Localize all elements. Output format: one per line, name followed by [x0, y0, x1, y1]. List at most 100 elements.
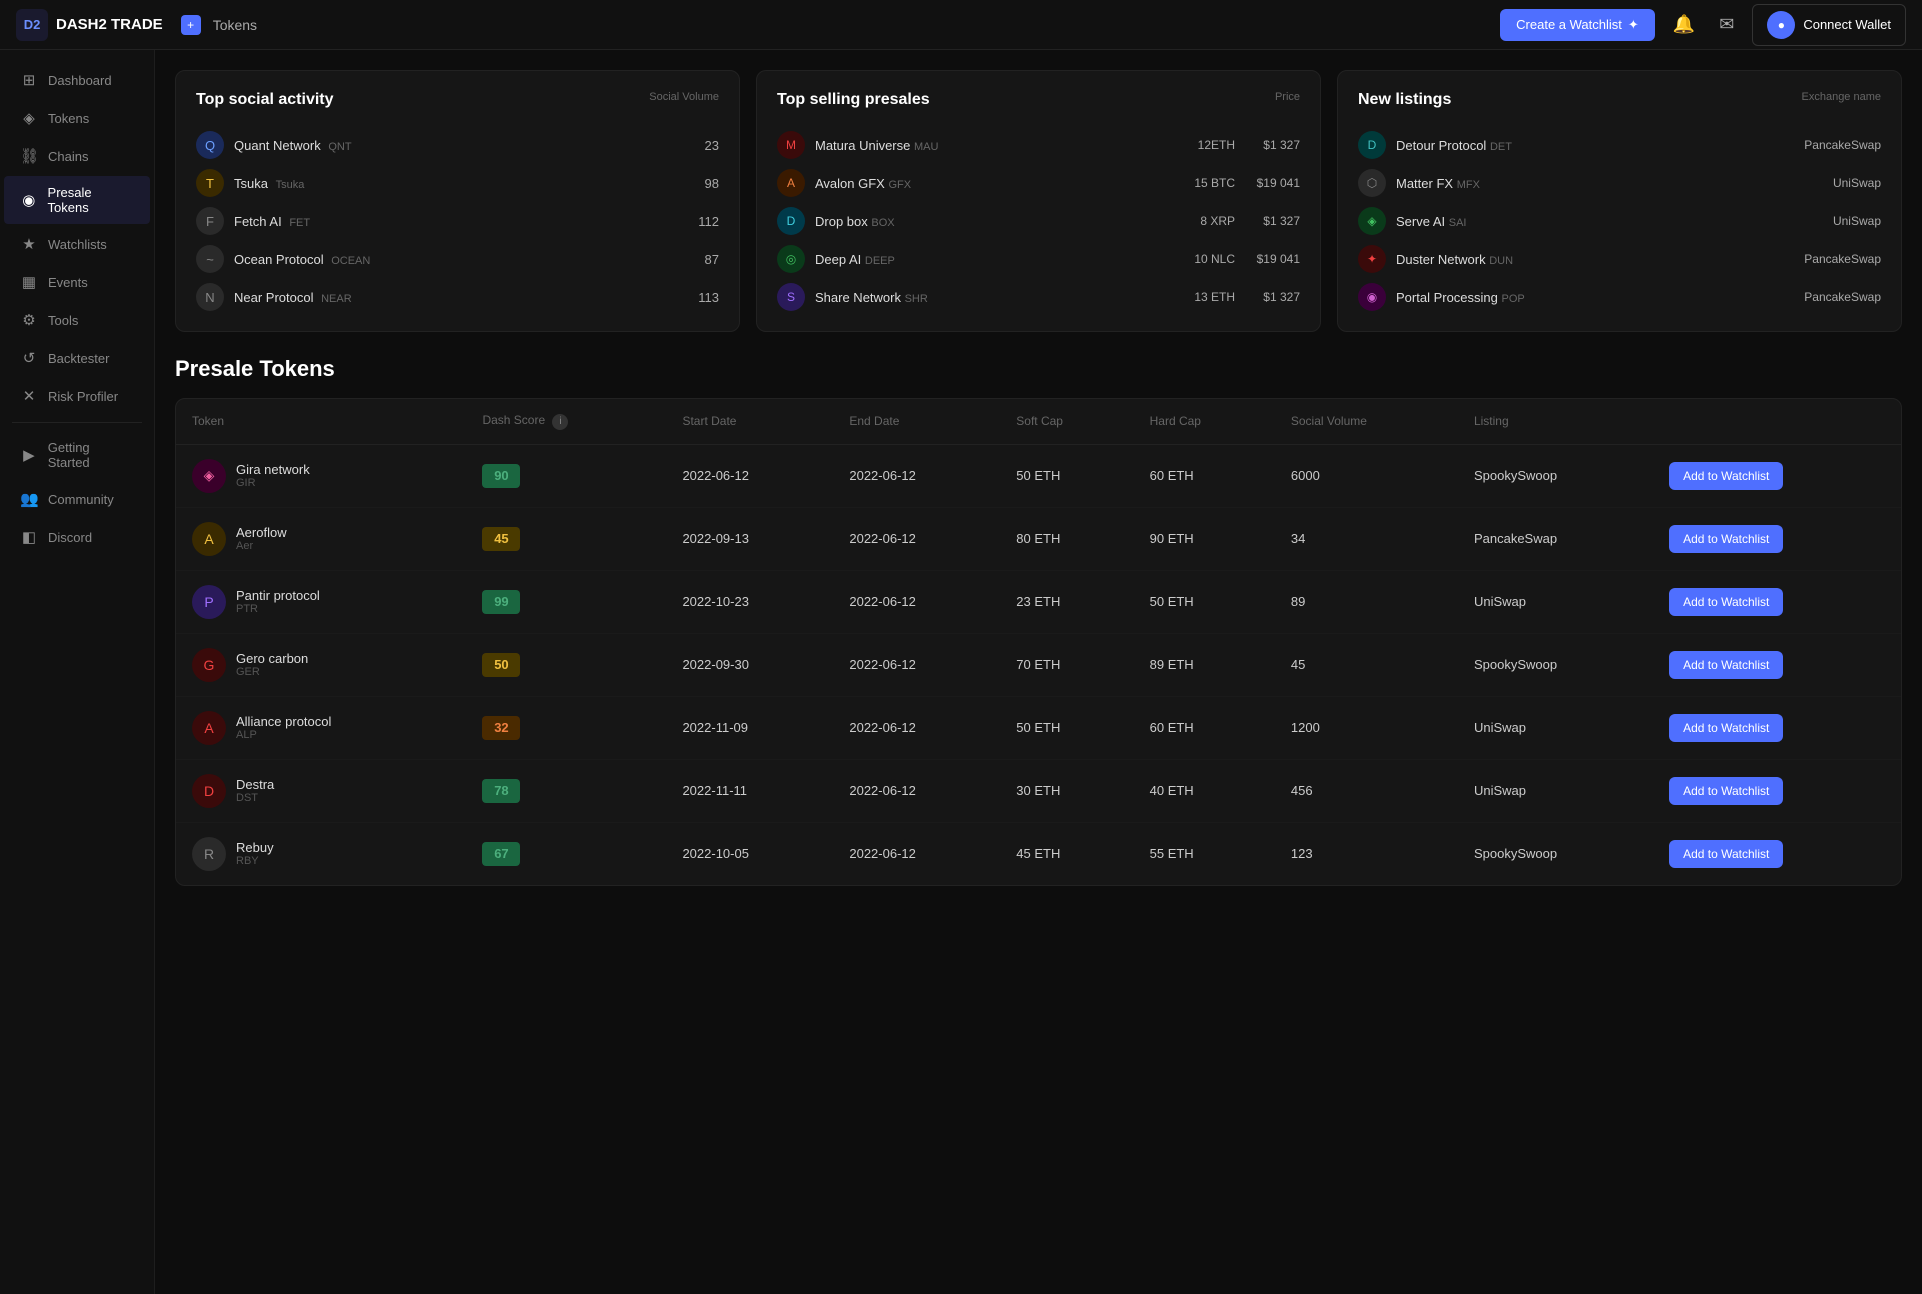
- cell-action-4: Add to Watchlist: [1653, 696, 1901, 759]
- token-icon-3: G: [192, 648, 226, 682]
- cell-end-3: 2022-06-12: [833, 633, 1000, 696]
- sidebar-label-dashboard: Dashboard: [48, 73, 112, 88]
- sidebar-item-presale-tokens[interactable]: ◉ Presale Tokens: [4, 176, 150, 224]
- sidebar-item-tools[interactable]: ⚙ Tools: [4, 302, 150, 338]
- presale-price-2: $1 327: [1245, 214, 1300, 228]
- table-row: A Alliance protocol ALP 32 2022-11-09 20…: [176, 696, 1901, 759]
- col-hard-cap: Hard Cap: [1134, 399, 1275, 444]
- col-action: [1653, 399, 1901, 444]
- listing-exchange-1: UniSwap: [1833, 176, 1881, 190]
- cell-token-2: P Pantir protocol PTR: [176, 570, 466, 633]
- listing-name-4: Portal Processing POP: [1396, 290, 1794, 305]
- create-watchlist-button[interactable]: Create a Watchlist ✦: [1500, 9, 1655, 41]
- cell-hard-1: 90 ETH: [1134, 507, 1275, 570]
- token-icon-0: ◈: [192, 459, 226, 493]
- cell-start-3: 2022-09-30: [666, 633, 833, 696]
- dash-score-value-0: 90: [482, 464, 520, 488]
- listing-name-0: Detour Protocol DET: [1396, 138, 1794, 153]
- listing-icon-3: ✦: [1358, 245, 1386, 273]
- col-token: Token: [176, 399, 466, 444]
- sidebar-item-dashboard[interactable]: ⊞ Dashboard: [4, 62, 150, 98]
- plus-badge: +: [181, 15, 201, 35]
- dash-score-info-icon[interactable]: i: [552, 414, 568, 430]
- listing-name-1: Matter FX MFX: [1396, 176, 1823, 191]
- sidebar-label-tools: Tools: [48, 313, 78, 328]
- token-icon-2: P: [192, 585, 226, 619]
- social-value-0: 23: [705, 138, 719, 153]
- presale-name-0: Matura Universe MAU: [815, 138, 1170, 153]
- sidebar-item-discord[interactable]: ◧ Discord: [4, 519, 150, 555]
- listing-exchange-4: PancakeSwap: [1804, 290, 1881, 304]
- dash-score-value-1: 45: [482, 527, 520, 551]
- dash-score-value-6: 67: [482, 842, 520, 866]
- social-icon-1: T: [196, 169, 224, 197]
- cell-end-5: 2022-06-12: [833, 759, 1000, 822]
- presale-icon-1: A: [777, 169, 805, 197]
- cell-start-0: 2022-06-12: [666, 444, 833, 507]
- listing-icon-4: ◉: [1358, 283, 1386, 311]
- cell-score-4: 32: [466, 696, 666, 759]
- presale-name-4: Share Network SHR: [815, 290, 1170, 305]
- sidebar-item-tokens[interactable]: ◈ Tokens: [4, 100, 150, 136]
- notifications-button[interactable]: 🔔: [1667, 8, 1701, 41]
- social-value-3: 87: [705, 252, 719, 267]
- cell-hard-2: 50 ETH: [1134, 570, 1275, 633]
- token-name-5: Destra: [236, 777, 274, 792]
- backtester-icon: ↺: [20, 349, 38, 367]
- add-to-watchlist-button-3[interactable]: Add to Watchlist: [1669, 651, 1783, 679]
- sidebar-item-backtester[interactable]: ↺ Backtester: [4, 340, 150, 376]
- add-to-watchlist-button-5[interactable]: Add to Watchlist: [1669, 777, 1783, 805]
- add-to-watchlist-button-4[interactable]: Add to Watchlist: [1669, 714, 1783, 742]
- presale-tokens-icon: ◉: [20, 191, 38, 209]
- sidebar-item-community[interactable]: 👥 Community: [4, 481, 150, 517]
- connect-wallet-button[interactable]: ● Connect Wallet: [1752, 4, 1906, 46]
- cell-listing-3: SpookySwoop: [1458, 633, 1653, 696]
- cell-social-0: 6000: [1275, 444, 1458, 507]
- listing-name-2: Serve AI SAI: [1396, 214, 1823, 229]
- presale-price-1: $19 041: [1245, 176, 1300, 190]
- connect-wallet-label: Connect Wallet: [1803, 17, 1891, 32]
- social-icon-3: ~: [196, 245, 224, 273]
- presale-amount-3: 10 NLC: [1180, 252, 1235, 266]
- cell-hard-6: 55 ETH: [1134, 822, 1275, 885]
- social-row-0: Q Quant Network QNT 23: [196, 131, 719, 159]
- cell-start-2: 2022-10-23: [666, 570, 833, 633]
- cell-soft-0: 50 ETH: [1000, 444, 1133, 507]
- presale-row-2: D Drop box BOX 8 XRP $1 327: [777, 207, 1300, 235]
- cell-social-3: 45: [1275, 633, 1458, 696]
- cell-token-6: R Rebuy RBY: [176, 822, 466, 885]
- page-title: Tokens: [213, 17, 257, 33]
- cell-social-5: 456: [1275, 759, 1458, 822]
- cell-score-0: 90: [466, 444, 666, 507]
- social-card-subtitle: Social Volume: [649, 91, 719, 103]
- presale-icon-0: M: [777, 131, 805, 159]
- sidebar-item-risk-profiler[interactable]: ✕ Risk Profiler: [4, 378, 150, 414]
- cell-hard-0: 60 ETH: [1134, 444, 1275, 507]
- cell-score-5: 78: [466, 759, 666, 822]
- new-listings-card: New listings Exchange name D Detour Prot…: [1337, 70, 1902, 332]
- listing-row-1: ⬡ Matter FX MFX UniSwap: [1358, 169, 1881, 197]
- cell-soft-5: 30 ETH: [1000, 759, 1133, 822]
- create-watchlist-icon: ✦: [1628, 17, 1639, 33]
- dashboard-icon: ⊞: [20, 71, 38, 89]
- presale-row-0: M Matura Universe MAU 12ETH $1 327: [777, 131, 1300, 159]
- social-icon-4: N: [196, 283, 224, 311]
- add-to-watchlist-button-0[interactable]: Add to Watchlist: [1669, 462, 1783, 490]
- token-name-6: Rebuy: [236, 840, 274, 855]
- col-dash-score: Dash Score i: [466, 399, 666, 444]
- col-social-volume: Social Volume: [1275, 399, 1458, 444]
- sidebar-item-getting-started[interactable]: ▶ Getting Started: [4, 431, 150, 479]
- cell-start-5: 2022-11-11: [666, 759, 833, 822]
- messages-button[interactable]: ✉: [1713, 8, 1740, 41]
- sidebar-item-chains[interactable]: ⛓ Chains: [4, 138, 150, 174]
- social-row-1: T Tsuka Tsuka 98: [196, 169, 719, 197]
- presale-icon-3: ◎: [777, 245, 805, 273]
- social-name-0: Quant Network QNT: [234, 138, 695, 153]
- social-name-1: Tsuka Tsuka: [234, 176, 695, 191]
- add-to-watchlist-button-1[interactable]: Add to Watchlist: [1669, 525, 1783, 553]
- add-to-watchlist-button-2[interactable]: Add to Watchlist: [1669, 588, 1783, 616]
- add-to-watchlist-button-6[interactable]: Add to Watchlist: [1669, 840, 1783, 868]
- sidebar-item-watchlists[interactable]: ★ Watchlists: [4, 226, 150, 262]
- sidebar-item-events[interactable]: ▦ Events: [4, 264, 150, 300]
- cell-end-6: 2022-06-12: [833, 822, 1000, 885]
